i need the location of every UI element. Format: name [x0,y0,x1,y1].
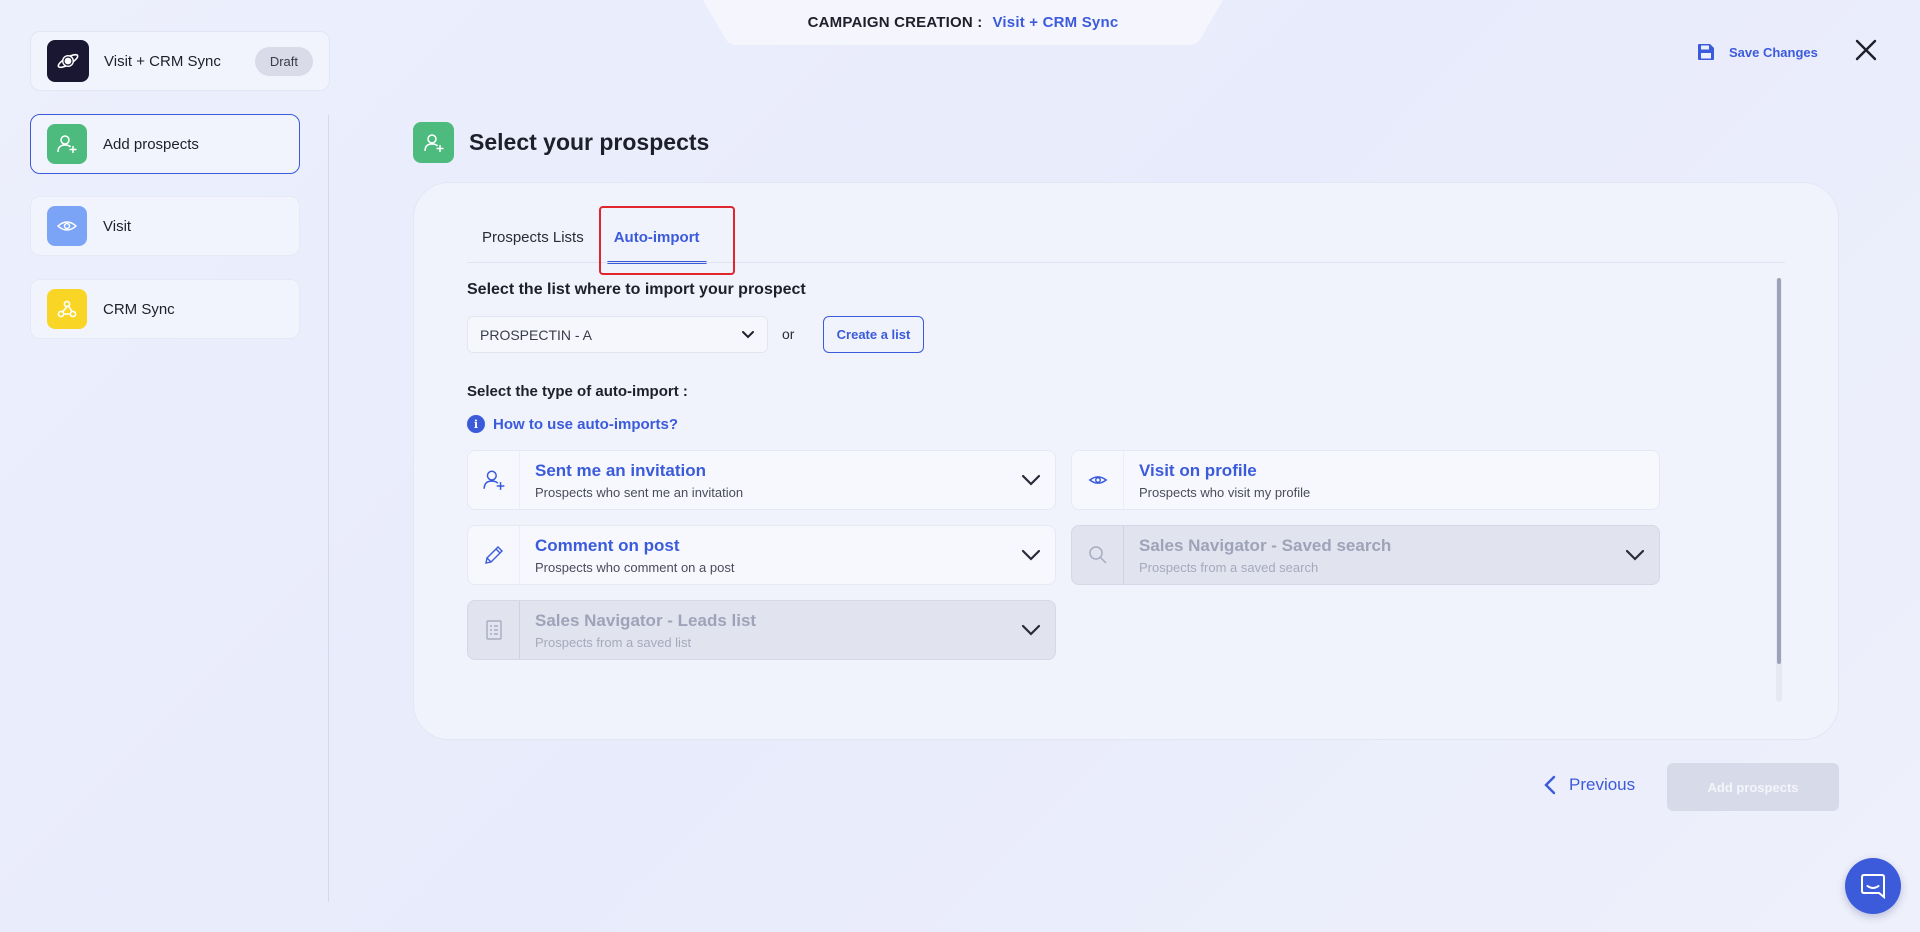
pencil-icon [468,526,520,584]
step-label: CRM Sync [103,300,175,318]
add-user-icon [47,124,87,164]
add-user-icon [468,451,520,509]
campaign-name: Visit + CRM Sync [104,52,221,70]
or-text: or [782,326,795,342]
auto-import-visit-profile[interactable]: Visit on profile Prospects who visit my … [1071,450,1660,510]
sidebar-divider [328,115,329,902]
card-subtitle: Prospects from a saved search [1139,559,1319,575]
card-subtitle: Prospects who comment on a post [535,559,735,575]
save-changes-button[interactable]: Save Changes [1697,40,1818,64]
search-icon [1072,526,1124,584]
step-crm-sync[interactable]: CRM Sync [30,279,300,339]
step-label: Add prospects [103,135,199,153]
step-add-prospects[interactable]: Add prospects [30,114,300,174]
tab-prospects-lists[interactable]: Prospects Lists [467,214,599,264]
tab-bar: Prospects Lists Auto-import [467,214,715,264]
header-label: CAMPAIGN CREATION : [807,14,983,31]
previous-label: Previous [1569,775,1636,794]
auto-import-comment-post[interactable]: Comment on post Prospects who comment on… [467,525,1056,585]
step-label: Visit [103,217,132,235]
eye-icon [47,206,87,246]
tabs-divider [467,262,1785,263]
close-icon[interactable] [1852,36,1880,64]
chevron-down-icon [742,330,754,338]
card-title: Sent me an invitation [535,460,706,480]
list-select[interactable]: PROSPECTIN - A [467,316,768,353]
card-title: Sales Navigator - Leads list [535,610,757,630]
add-prospects-button[interactable]: Add prospects [1667,763,1839,811]
save-changes-label: Save Changes [1729,44,1818,60]
add-user-icon [413,122,454,163]
previous-button[interactable]: Previous [1543,775,1635,795]
type-prompt: Select the type of auto-import : [467,383,688,400]
list-select-value: PROSPECTIN - A [480,326,593,343]
floppy-disk-icon [1698,44,1714,60]
chat-support-button[interactable] [1845,858,1901,914]
auto-import-sent-invitation[interactable]: Sent me an invitation Prospects who sent… [467,450,1056,510]
info-icon: i [467,415,485,433]
campaign-creation-header: CAMPAIGN CREATION : Visit + CRM Sync [703,0,1223,45]
chevron-down-icon [1021,624,1041,636]
webhook-icon [47,289,87,329]
status-badge: Draft [254,46,313,76]
card-subtitle: Prospects from a saved list [535,634,692,650]
chat-icon [1861,874,1885,900]
planet-icon [47,40,89,82]
card-subtitle: Prospects who visit my profile [1139,484,1311,500]
create-list-button[interactable]: Create a list [823,316,924,353]
card-title: Visit on profile [1139,460,1257,480]
card-title: Sales Navigator - Saved search [1139,535,1392,555]
auto-import-saved-search: Sales Navigator - Saved search Prospects… [1071,525,1660,585]
tab-auto-import[interactable]: Auto-import [599,214,715,264]
help-link[interactable]: i How to use auto-imports? [467,415,678,433]
chevron-down-icon[interactable] [1021,474,1041,486]
step-visit[interactable]: Visit [30,196,300,256]
page-title: Select your prospects [469,129,710,155]
list-icon [468,601,520,659]
help-link-label: How to use auto-imports? [493,415,678,433]
card-subtitle: Prospects who sent me an invitation [535,484,744,500]
auto-import-leads-list: Sales Navigator - Leads list Prospects f… [467,600,1056,660]
scrollbar-thumb[interactable] [1777,278,1781,664]
header-campaign-name: Visit + CRM Sync [992,14,1119,31]
campaign-card: Visit + CRM Sync Draft [30,31,330,91]
list-prompt: Select the list where to import your pro… [467,281,806,298]
chevron-down-icon[interactable] [1021,549,1041,561]
chevron-down-icon [1625,549,1645,561]
eye-icon [1072,451,1124,509]
card-title: Comment on post [535,535,680,555]
chevron-left-icon [1544,775,1556,795]
